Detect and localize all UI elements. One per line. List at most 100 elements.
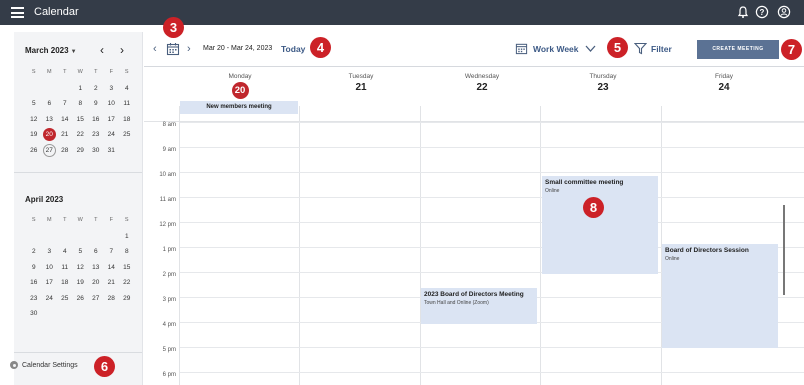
- day-number: 10: [107, 100, 115, 107]
- hour-label: 3 pm: [162, 297, 176, 303]
- mini-calendar-day[interactable]: 4: [57, 244, 73, 260]
- mini-calendar-day[interactable]: 12: [73, 260, 89, 276]
- bell-icon[interactable]: [736, 5, 750, 19]
- mini-calendar-day[interactable]: 16: [26, 275, 42, 291]
- mini-calendar-day[interactable]: 15: [119, 260, 135, 276]
- mini-calendar-title-march[interactable]: March 2023 ▼: [25, 46, 77, 55]
- day-header-tuesday[interactable]: Tuesday 21: [301, 73, 421, 93]
- next-week-button[interactable]: ›: [187, 43, 191, 55]
- mini-calendar-day[interactable]: 19: [73, 275, 89, 291]
- mini-calendar-day[interactable]: 5: [26, 96, 42, 112]
- mini-calendar-day[interactable]: 2: [26, 244, 42, 260]
- mini-calendar-day[interactable]: 13: [88, 260, 104, 276]
- mini-calendar-day[interactable]: 20: [42, 127, 58, 143]
- mini-calendar-day[interactable]: 26: [26, 143, 42, 159]
- mini-calendar-day[interactable]: 27: [88, 291, 104, 307]
- mini-calendar-day[interactable]: 9: [26, 260, 42, 276]
- mini-calendar-day[interactable]: 28: [104, 291, 120, 307]
- mini-calendar-day[interactable]: 10: [42, 260, 58, 276]
- date-picker-calendar-icon[interactable]: [166, 42, 180, 56]
- mini-calendar-day[interactable]: 9: [88, 96, 104, 112]
- caret-down-icon[interactable]: ▼: [71, 49, 77, 55]
- mini-calendar-day[interactable]: 22: [73, 127, 89, 143]
- event-small-committee-meeting[interactable]: Small committee meeting Online: [542, 176, 658, 274]
- mini-calendar-day[interactable]: 6: [42, 96, 58, 112]
- mini-calendar-day[interactable]: 23: [26, 291, 42, 307]
- mini-calendar-day[interactable]: 26: [73, 291, 89, 307]
- mini-calendar-day[interactable]: 6: [88, 244, 104, 260]
- mini-calendar-day[interactable]: 30: [88, 143, 104, 159]
- mini-calendar-day[interactable]: 4: [119, 81, 135, 97]
- mini-calendar-day[interactable]: 1: [119, 229, 135, 245]
- day-header-wednesday[interactable]: Wednesday 22: [422, 73, 542, 93]
- mini-calendar-day[interactable]: 29: [119, 291, 135, 307]
- mini-calendar-day[interactable]: 12: [26, 112, 42, 128]
- mini-calendar-day[interactable]: 11: [119, 96, 135, 112]
- day-number: 15: [76, 115, 84, 123]
- day-header-thursday[interactable]: Thursday 23: [543, 73, 663, 93]
- view-selector[interactable]: Work Week: [533, 44, 579, 54]
- mini-calendar-day[interactable]: 21: [57, 127, 73, 143]
- prev-week-button[interactable]: ‹: [153, 43, 157, 55]
- mini-next-month-button[interactable]: ›: [120, 44, 124, 56]
- mini-calendar-day[interactable]: 17: [42, 275, 58, 291]
- mini-calendar-day[interactable]: 10: [104, 96, 120, 112]
- mini-calendar-day[interactable]: 14: [104, 260, 120, 276]
- event-board-of-directors-session[interactable]: Board of Directors Session Online: [662, 244, 778, 348]
- chevron-down-icon[interactable]: [585, 44, 596, 53]
- mini-calendar-day[interactable]: 31: [104, 143, 120, 159]
- mini-prev-month-button[interactable]: ‹: [100, 44, 104, 56]
- mini-calendar-day[interactable]: 15: [73, 112, 89, 128]
- mini-calendar-day[interactable]: 7: [104, 244, 120, 260]
- mini-calendar-day[interactable]: 13: [42, 112, 58, 128]
- day-header-friday[interactable]: Friday 24: [664, 73, 784, 93]
- mini-calendar-day[interactable]: 8: [73, 96, 89, 112]
- mini-calendar-day[interactable]: 3: [42, 244, 58, 260]
- calendar-scrollbar[interactable]: [783, 205, 785, 295]
- mini-calendar-day[interactable]: 2: [88, 81, 104, 97]
- mini-calendar-day[interactable]: 22: [119, 275, 135, 291]
- mini-calendar-day[interactable]: 25: [119, 127, 135, 143]
- calendar-settings-link[interactable]: Calendar Settings: [10, 361, 78, 369]
- mini-calendar-day[interactable]: 28: [57, 143, 73, 159]
- hamburger-menu-icon[interactable]: [11, 7, 24, 18]
- filter-icon[interactable]: [634, 42, 647, 55]
- mini-calendar-day[interactable]: 23: [88, 127, 104, 143]
- mini-calendar-day[interactable]: 3: [104, 81, 120, 97]
- help-icon[interactable]: ?: [755, 5, 769, 19]
- weekday-label: S: [31, 69, 36, 75]
- mini-calendar-day[interactable]: 27: [42, 143, 58, 159]
- day-number: 2: [31, 248, 36, 255]
- mini-calendar-day[interactable]: 14: [57, 112, 73, 128]
- mini-calendar-day[interactable]: 25: [57, 291, 73, 307]
- mini-calendar-day[interactable]: 30: [26, 306, 42, 322]
- mini-calendar-day[interactable]: 24: [42, 291, 58, 307]
- today-button[interactable]: Today: [281, 44, 305, 54]
- user-account-icon[interactable]: [777, 5, 791, 19]
- mini-calendar-empty-cell: [73, 306, 89, 322]
- weekday-label: F: [109, 217, 113, 223]
- day-number: 24: [45, 294, 53, 302]
- event-2023-board-of-directors-meeting[interactable]: 2023 Board of Directors Meeting Town Hal…: [421, 288, 537, 324]
- mini-calendar-day[interactable]: 5: [73, 244, 89, 260]
- mini-calendar-day[interactable]: 8: [119, 244, 135, 260]
- filter-button[interactable]: Filter: [651, 44, 672, 54]
- mini-calendar-day[interactable]: 18: [57, 275, 73, 291]
- day-name: Thursday: [589, 73, 617, 80]
- mini-calendar-day[interactable]: 7: [57, 96, 73, 112]
- mini-calendar-day[interactable]: 29: [73, 143, 89, 159]
- mini-calendar-day[interactable]: 1: [73, 81, 89, 97]
- mini-calendar-day[interactable]: 21: [104, 275, 120, 291]
- day-header-monday[interactable]: Monday 20: [180, 73, 300, 99]
- mini-calendar-day[interactable]: 19: [26, 127, 42, 143]
- view-calendar-icon[interactable]: [515, 42, 528, 55]
- weekday-label: T: [63, 217, 67, 223]
- mini-calendar-day[interactable]: 16: [88, 112, 104, 128]
- create-meeting-button[interactable]: CREATE MEETING: [697, 40, 779, 59]
- mini-calendar-day[interactable]: 18: [119, 112, 135, 128]
- event-new-members-meeting[interactable]: New members meeting: [180, 101, 298, 114]
- mini-calendar-day[interactable]: 20: [88, 275, 104, 291]
- mini-calendar-day[interactable]: 24: [104, 127, 120, 143]
- mini-calendar-day[interactable]: 17: [104, 112, 120, 128]
- mini-calendar-day[interactable]: 11: [57, 260, 73, 276]
